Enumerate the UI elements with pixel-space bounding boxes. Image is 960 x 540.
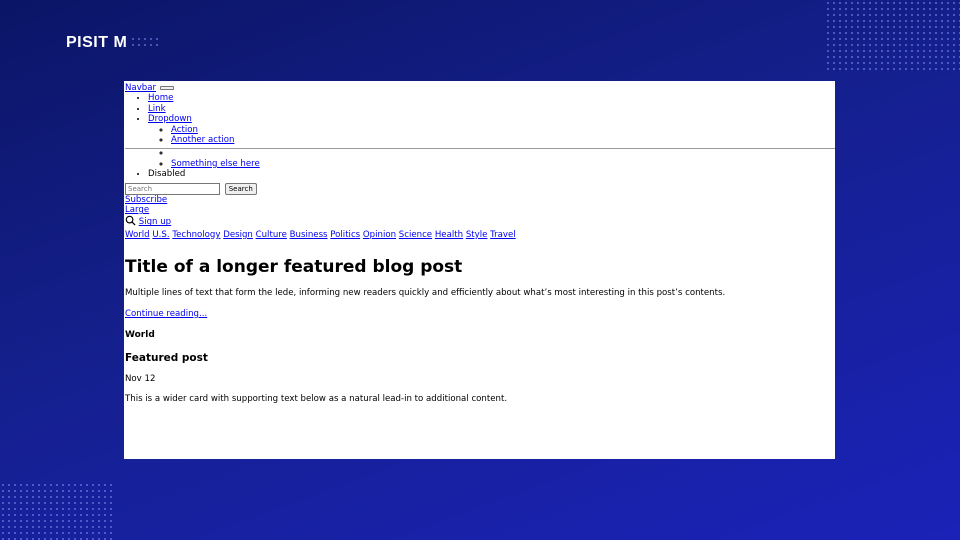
navbar-toggler-button[interactable] — [159, 85, 174, 90]
dropdown-item: Action — [171, 125, 835, 135]
card-category: World — [125, 330, 155, 341]
dropdown-link-another-action[interactable]: Another action — [171, 135, 234, 145]
navbar: Navbar — [125, 83, 835, 93]
decorative-dots — [130, 36, 162, 50]
dropdown-item: Another action — [171, 135, 835, 145]
card-date: Nov 12 — [125, 373, 156, 384]
search-button[interactable]: Search — [224, 182, 257, 195]
category-link-design[interactable]: Design — [223, 230, 253, 240]
navbar-brand-link[interactable]: Navbar — [125, 83, 156, 93]
header-large: Large — [125, 205, 835, 215]
category-link-world[interactable]: World — [125, 230, 150, 240]
dropdown-link-something-else[interactable]: Something else here — [171, 159, 260, 169]
decorative-dots — [0, 482, 115, 540]
nav-item: Link — [148, 104, 835, 114]
dropdown-menu: Action Another action Something else her… — [125, 125, 835, 170]
category-link-us[interactable]: U.S. — [152, 230, 169, 240]
nav-list: Home Link Dropdown Action Another action… — [125, 93, 835, 179]
browser-page: Navbar Home Link Dropdown Action Another… — [124, 81, 835, 459]
featured-post-title: Title of a longer featured blog post — [125, 257, 463, 278]
category-link-science[interactable]: Science — [399, 230, 432, 240]
category-link-style[interactable]: Style — [466, 230, 488, 240]
nav-item-disabled: Disabled — [148, 169, 835, 179]
category-link-opinion[interactable]: Opinion — [363, 230, 396, 240]
category-link-culture[interactable]: Culture — [256, 230, 287, 240]
category-link-health[interactable]: Health — [435, 230, 463, 240]
continue-reading-link[interactable]: Continue reading... — [125, 309, 207, 319]
dropdown-divider — [125, 148, 835, 150]
decorative-dots — [825, 0, 960, 70]
category-link-business[interactable]: Business — [290, 230, 328, 240]
dropdown-link-action[interactable]: Action — [171, 125, 198, 135]
card-title: Featured post — [125, 351, 208, 364]
featured-post-lede: Multiple lines of text that form the led… — [125, 288, 726, 299]
category-link-politics[interactable]: Politics — [330, 230, 360, 240]
sign-up-link[interactable]: Sign up — [139, 217, 171, 227]
nav-item: Dropdown Action Another action Something… — [125, 114, 835, 170]
dropdown-item: Something else here — [171, 159, 835, 169]
header-subscribe: Subscribe — [125, 195, 835, 205]
header-signup: Sign up — [125, 215, 835, 229]
nav-link-dropdown[interactable]: Dropdown — [148, 114, 192, 124]
subscribe-link[interactable]: Subscribe — [125, 195, 167, 205]
category-link-technology[interactable]: Technology — [172, 230, 220, 240]
card-text: This is a wider card with supporting tex… — [125, 393, 508, 404]
continue-reading-paragraph: Continue reading... — [125, 309, 835, 319]
nav-link-link[interactable]: Link — [148, 104, 166, 114]
category-nav: World U.S. Technology Design Culture Bus… — [125, 230, 835, 240]
search-input[interactable] — [125, 182, 220, 195]
dropdown-divider-item — [125, 148, 835, 158]
search-form: Search — [125, 182, 835, 195]
search-icon[interactable] — [125, 215, 136, 229]
nav-link-home[interactable]: Home — [148, 93, 173, 103]
large-brand-link[interactable]: Large — [125, 205, 149, 215]
category-link-travel[interactable]: Travel — [490, 230, 516, 240]
nav-item: Home — [148, 93, 835, 103]
slide-brand: PISIT M — [66, 34, 128, 51]
